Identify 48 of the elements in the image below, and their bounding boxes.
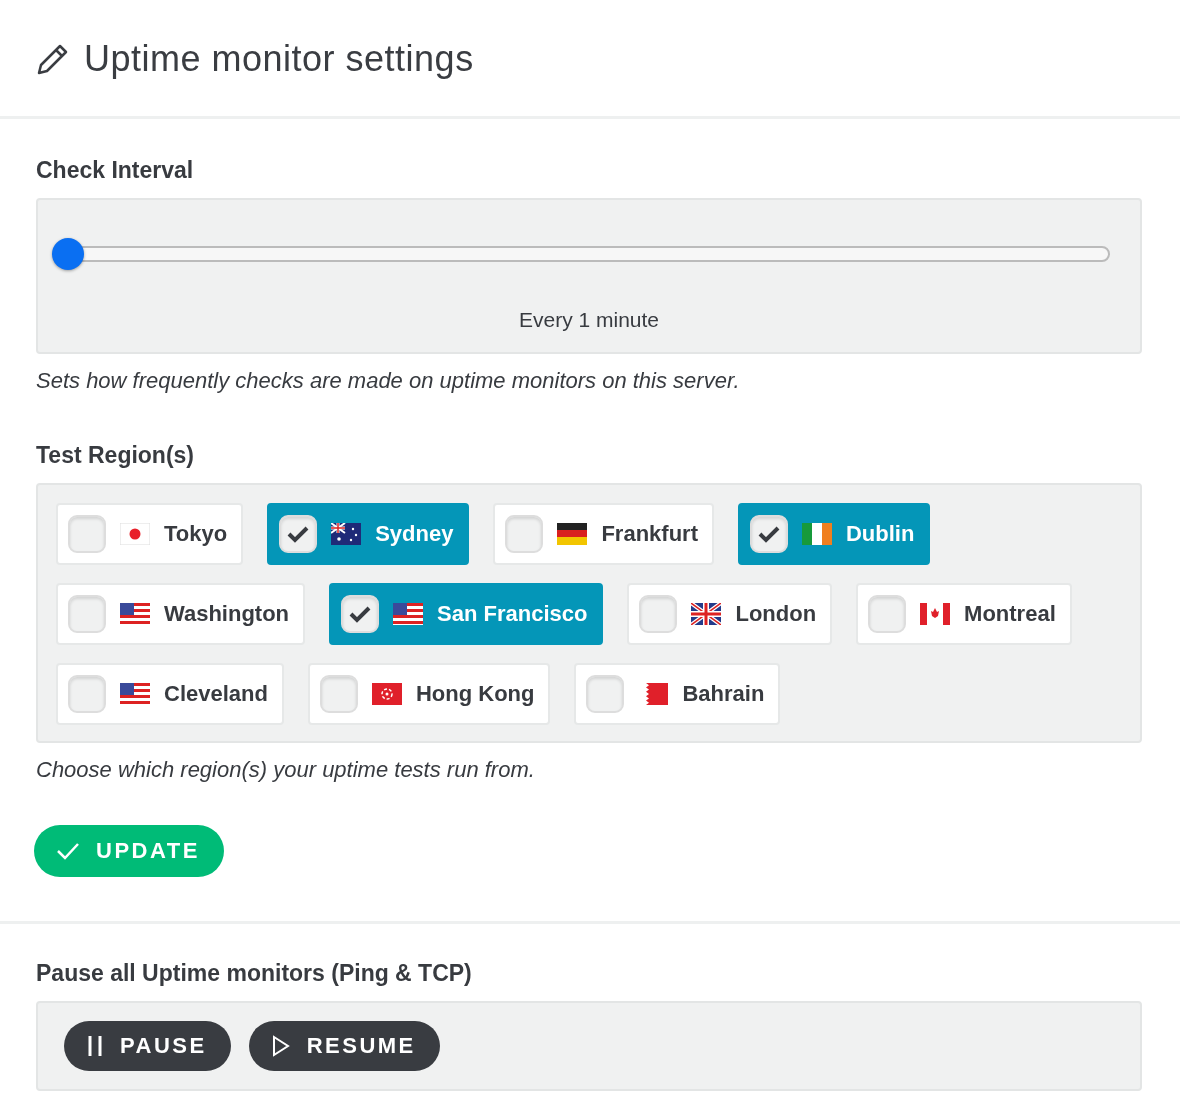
flag-icon — [557, 523, 588, 545]
checkmark-icon — [349, 605, 372, 623]
checkbox[interactable] — [319, 675, 358, 713]
help-text: Sets how frequently checks are made on uptime monitors on this server. — [36, 368, 741, 394]
page-title: Uptime monitor settings — [84, 38, 474, 80]
checkbox[interactable] — [639, 595, 678, 633]
flag-icon — [691, 603, 722, 625]
flag-icon — [371, 683, 402, 705]
pause-icon — [86, 1035, 104, 1057]
flag-icon — [331, 523, 362, 545]
checkbox[interactable] — [341, 595, 380, 633]
section-label: Pause all Uptime monitors (Ping & TCP) — [36, 960, 473, 987]
checkbox[interactable] — [68, 515, 106, 553]
region-option[interactable]: Hong Kong — [307, 663, 551, 725]
flag-icon — [920, 603, 951, 625]
region-option[interactable]: London — [627, 583, 833, 645]
flag-icon — [802, 523, 832, 545]
checkmark-icon — [287, 525, 310, 543]
region-option[interactable]: Frankfurt — [493, 503, 714, 565]
flag-icon — [120, 523, 150, 545]
interval-reading: Every 1 minute — [517, 308, 661, 332]
checkbox[interactable] — [750, 515, 788, 553]
flag-icon — [638, 683, 669, 705]
slider[interactable] — [52, 238, 1110, 270]
flag-icon — [120, 683, 150, 705]
region-option[interactable]: Bahrain — [574, 663, 781, 725]
region-option[interactable]: Montreal — [856, 583, 1072, 645]
region-option[interactable]: Washington — [56, 583, 306, 645]
checkbox[interactable] — [68, 595, 106, 633]
checkbox[interactable] — [586, 675, 625, 713]
checkbox[interactable] — [505, 515, 544, 553]
checkbox[interactable] — [868, 595, 907, 633]
checkbox[interactable] — [279, 515, 318, 553]
slider-thumb[interactable] — [52, 238, 84, 270]
checkbox[interactable] — [68, 675, 106, 713]
section-label: Test Region(s) — [36, 442, 196, 469]
flag-icon — [393, 603, 424, 625]
checkmark-icon — [758, 525, 780, 543]
region-option[interactable]: Tokyo — [56, 503, 244, 565]
resume-button[interactable]: RESUME — [248, 1021, 440, 1071]
section-label: Check Interval — [36, 157, 195, 184]
flag-icon — [120, 603, 150, 625]
help-text: Choose which region(s) your uptime tests run from. — [36, 757, 536, 783]
region-option[interactable]: Cleveland — [56, 663, 284, 725]
pause-button[interactable]: PAUSE — [64, 1021, 231, 1071]
pencil-icon — [36, 42, 70, 76]
check-icon — [56, 841, 80, 861]
play-icon — [270, 1035, 291, 1057]
